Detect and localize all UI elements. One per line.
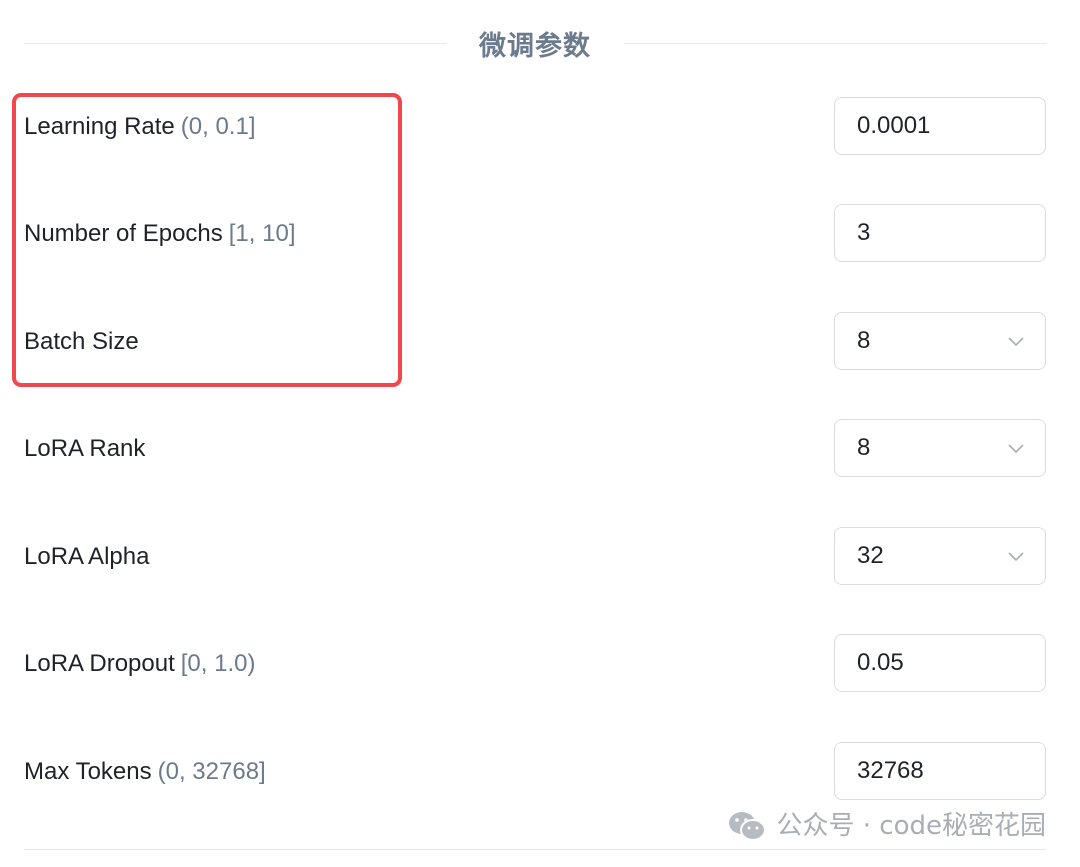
param-name: LoRA Rank [24,435,146,462]
param-range: [0, 1.0) [180,650,256,677]
param-row-lora-rank: LoRA Rank 8 [0,419,1080,479]
param-row-lora-dropout: LoRA Dropout [0, 1.0) 0.05 [0,634,1080,694]
param-name: LoRA Dropout [24,650,175,677]
watermark-text: 公众号 · code秘密花园 [776,811,1047,841]
batch-size-select[interactable]: 8 [834,312,1046,370]
lora-rank-select[interactable]: 8 [834,419,1046,477]
param-row-max-tokens: Max Tokens (0, 32768] 32768 [0,742,1080,802]
learning-rate-input[interactable]: 0.0001 [834,97,1046,155]
param-label: LoRA Rank [24,419,145,479]
field-value: 0.0001 [857,112,931,139]
field-value: 0.05 [857,649,904,676]
field-value: 8 [857,434,871,461]
chevron-down-icon [1008,552,1024,562]
watermark: 公众号 · code秘密花园 [727,806,1047,846]
field-value: 8 [857,327,871,354]
lora-alpha-select[interactable]: 32 [834,527,1046,585]
wechat-icon [728,812,766,841]
param-range: (0, 32768] [157,758,266,785]
chevron-down-icon [1008,337,1024,347]
param-name: LoRA Alpha [24,543,150,570]
divider-line-right [624,43,1046,44]
param-label: Max Tokens (0, 32768] [24,742,266,802]
field-value: 32 [857,542,884,569]
param-name: Max Tokens [24,758,152,785]
chevron-down-icon [1008,444,1024,454]
section-header: 微调参数 [24,20,1046,66]
param-label: LoRA Dropout [0, 1.0) [24,634,255,694]
param-row-lora-alpha: LoRA Alpha 32 [0,527,1080,587]
lora-dropout-input[interactable]: 0.05 [834,634,1046,692]
field-value: 3 [857,219,871,246]
highlight-box [12,93,402,387]
max-tokens-input[interactable]: 32768 [834,742,1046,800]
bottom-divider [24,849,1046,850]
epochs-input[interactable]: 3 [834,204,1046,262]
field-value: 32768 [857,757,924,784]
param-label: LoRA Alpha [24,527,149,587]
